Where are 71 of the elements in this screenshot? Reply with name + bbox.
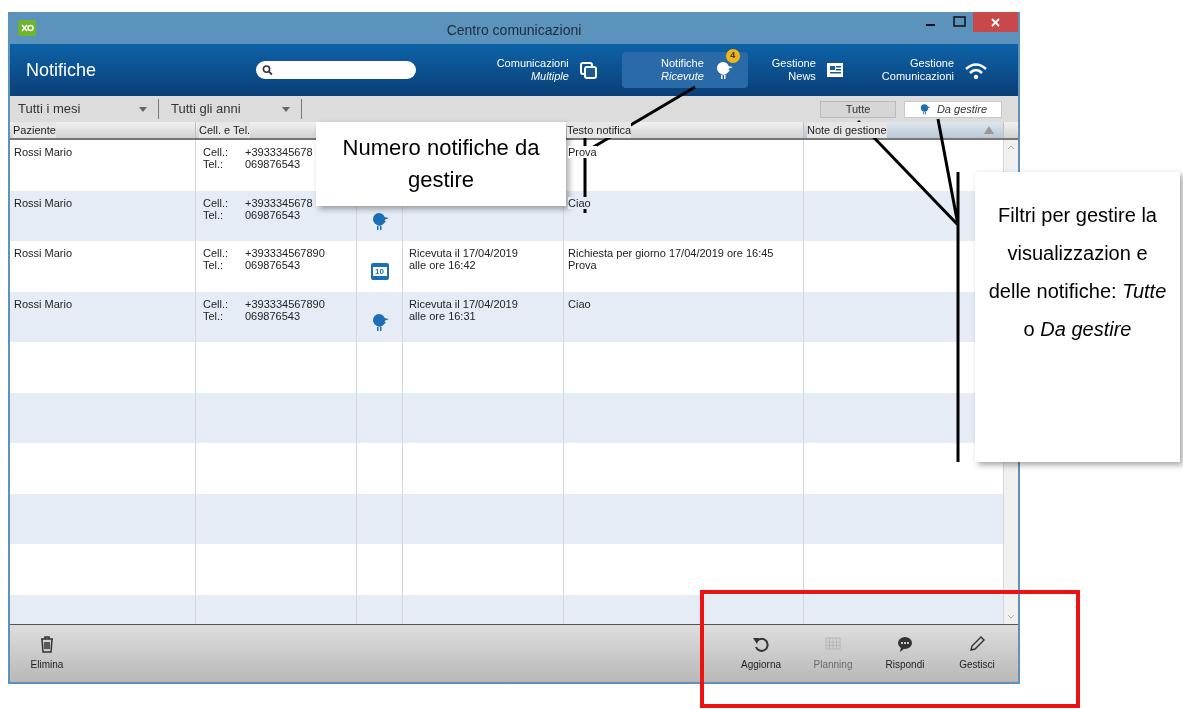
wifi-icon xyxy=(964,60,988,80)
chat-bubble-icon xyxy=(896,635,914,653)
search-field[interactable] xyxy=(256,61,416,79)
toolbar-button[interactable]: Aggiorna xyxy=(730,635,792,672)
table-cell-text: 069876543 xyxy=(245,208,302,221)
table-cell-text: Rossi Mario xyxy=(14,297,74,310)
table-cell: Richiesta per giorno 17/04/2019 ore 16:45 xyxy=(568,247,774,259)
scroll-up-icon xyxy=(1007,144,1015,150)
refresh-icon xyxy=(752,635,770,653)
column-header[interactable]: Note di gestione xyxy=(807,122,887,139)
table-cell-text: Rossi Mario xyxy=(14,146,74,158)
table-cell-text: +3933345678 xyxy=(245,196,314,209)
scroll-down-icon xyxy=(1007,614,1015,620)
nav-tab[interactable]: Comunicazioni Multiple xyxy=(482,52,612,88)
phone-label: Tel.: xyxy=(203,208,225,221)
copies-icon xyxy=(578,60,598,80)
pencil-icon xyxy=(968,635,986,653)
phone-label: Tel.: xyxy=(203,259,225,271)
minimize-icon xyxy=(926,24,935,26)
close-icon xyxy=(990,16,1001,28)
table-cell-text: alle ore 16:31 xyxy=(409,309,477,322)
phone-label: Cell.: xyxy=(203,297,230,310)
toolbar-button[interactable]: Rispondi xyxy=(874,635,936,672)
column-header[interactable]: Paziente xyxy=(13,122,56,139)
table-cell: Prova xyxy=(568,146,597,158)
newspaper-icon xyxy=(825,61,844,79)
table-cell-text: Rossi Mario xyxy=(14,247,74,259)
table-cell-text: 069876543 xyxy=(245,309,302,322)
sort-arrow-icon xyxy=(984,126,994,134)
filter-toggle[interactable]: Tutte xyxy=(820,100,896,118)
table-cell-text: 069876543 xyxy=(245,158,302,170)
nav-tab[interactable]: Notifiche Ricevute 4 xyxy=(621,52,748,88)
column-header[interactable]: Cell. e Tel. xyxy=(199,122,251,139)
phone-label: Cell.: xyxy=(203,146,230,158)
grid-icon xyxy=(824,635,842,653)
dropdown-caret-icon xyxy=(138,105,148,113)
window-title: Centro comunicazioni xyxy=(446,21,582,40)
phone-label: Cell.: xyxy=(203,247,230,259)
table-cell: Ciao xyxy=(568,297,591,310)
count-badge: 4 xyxy=(725,49,740,63)
search-icon xyxy=(262,64,273,76)
filter-dropdown[interactable]: Tutti gli anni xyxy=(169,99,302,119)
callout-tooltip: Filtri per gestire la visualizzazion e delle notifiche: Tutte o Da gestire xyxy=(975,172,1180,462)
nav-tab[interactable]: Gestione Comunicazioni xyxy=(867,52,1002,88)
close-button[interactable] xyxy=(973,12,1018,32)
bird-icon xyxy=(918,103,931,115)
toolbar-button[interactable]: Elimina xyxy=(16,635,78,672)
table-cell-text: +393334567890 xyxy=(245,297,326,310)
filter-toggle[interactable]: Da gestire xyxy=(904,100,1002,118)
toolbar-button[interactable]: Gestisci xyxy=(946,635,1008,672)
calendar-icon: 10 xyxy=(370,262,389,280)
filter-dropdown[interactable]: Tutti i mesi xyxy=(16,99,159,119)
trash-icon xyxy=(38,635,56,653)
column-header[interactable]: Testo notifica xyxy=(567,122,632,139)
table-cell-text: +3933345678 xyxy=(245,146,314,158)
table-cell-text: 069876543 xyxy=(245,259,302,271)
table-cell-text: Ricevuta il 17/04/2019 xyxy=(409,247,519,259)
phone-label: Tel.: xyxy=(203,158,225,170)
table-cell-text: Rossi Mario xyxy=(14,196,74,209)
table-cell: Prova xyxy=(568,259,597,271)
table-cell-text: Ricevuta il 17/04/2019 xyxy=(409,297,519,310)
phone-label: Cell.: xyxy=(203,196,230,209)
callout-tooltip: Numero notifiche da gestire xyxy=(316,122,566,206)
page-title: Notifiche xyxy=(26,58,98,82)
app-logo-icon xyxy=(18,20,36,36)
dropdown-caret-icon xyxy=(281,105,291,113)
nav-tab[interactable]: Gestione News xyxy=(757,52,858,88)
phone-label: Tel.: xyxy=(203,309,225,322)
table-cell: Ciao xyxy=(568,196,591,209)
table-cell-text: alle ore 16:42 xyxy=(409,259,477,271)
table-cell-text: +393334567890 xyxy=(245,247,326,259)
